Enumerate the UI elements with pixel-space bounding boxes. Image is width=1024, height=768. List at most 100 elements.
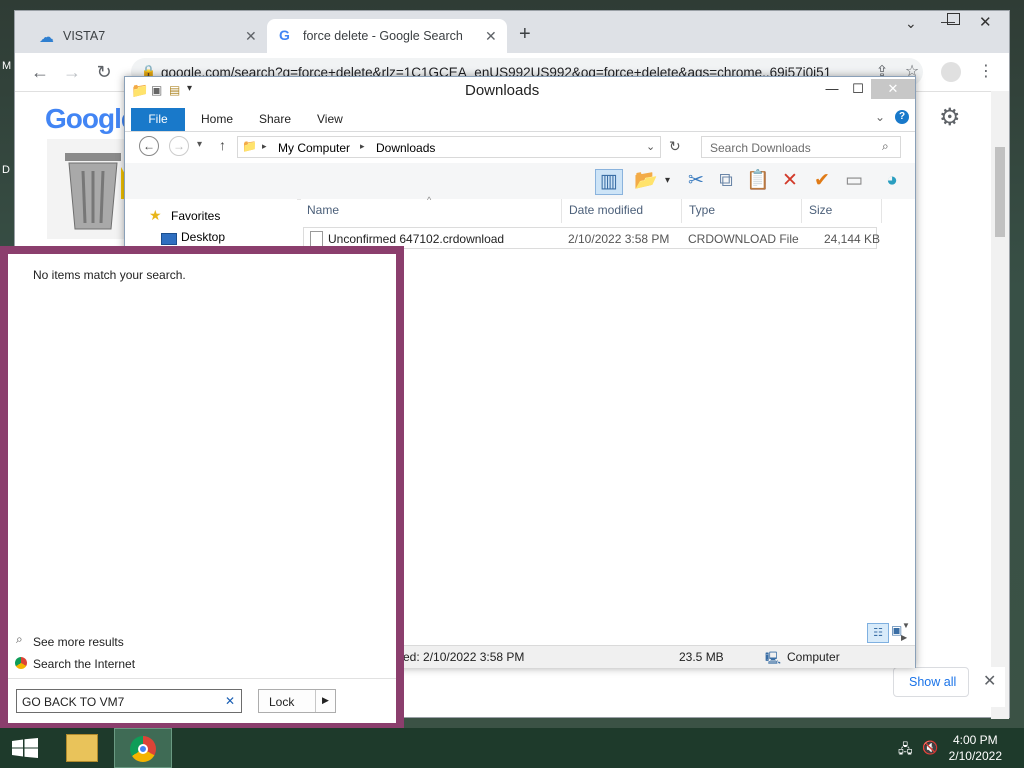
file-list-scrollbar[interactable]: ▼ (897, 199, 915, 643)
chevron-right-icon[interactable]: ▸ (360, 141, 365, 152)
tab-share[interactable]: Share (259, 112, 291, 126)
breadcrumb-downloads[interactable]: Downloads (376, 141, 435, 155)
vista-icon: ☁ (39, 29, 54, 46)
copy-icon[interactable]: ⧉ (713, 169, 739, 193)
status-location: Computer (787, 650, 840, 664)
back-arrow-icon[interactable]: ← (139, 136, 159, 156)
forward-arrow-icon[interactable]: → (169, 136, 189, 156)
chevron-down-icon[interactable]: ⌄ (646, 140, 655, 153)
chrome-icon-center (138, 744, 148, 754)
lock-label: Lock (269, 695, 295, 709)
profile-avatar-icon[interactable] (941, 62, 961, 82)
folder-icon: 📁 (131, 82, 149, 98)
settings-gear-icon[interactable]: ⚙ (939, 103, 961, 132)
minimize-icon[interactable]: — (819, 79, 845, 99)
maximize-icon[interactable] (947, 13, 960, 25)
chevron-right-icon[interactable]: ▸ (262, 141, 267, 152)
google-logo[interactable]: Google (45, 103, 136, 135)
nav-desktop[interactable]: Desktop (181, 230, 225, 244)
tab-home[interactable]: Home (201, 112, 233, 126)
search-internet-link[interactable]: Search the Internet (33, 657, 135, 671)
network-icon[interactable]: 🖧 (898, 740, 913, 762)
computer-icon: 🖳 (765, 651, 782, 665)
no-results-message: No items match your search. (33, 268, 186, 282)
chevron-down-icon[interactable]: ⌄ (905, 15, 917, 32)
close-window-icon[interactable]: ✕ (979, 13, 992, 31)
desktop-edge-letter: M (2, 60, 12, 72)
search-query-text[interactable]: GO BACK TO VM7 (22, 695, 124, 709)
column-date-modified[interactable]: Date modified (569, 203, 643, 217)
chrome-scrollbar[interactable] (991, 91, 1009, 719)
address-row: ← → ▾ ↑ 📁 ▸ My Computer ▸ Downloads ⌄ ↻ … (125, 133, 915, 163)
clear-search-icon[interactable]: ✕ (225, 694, 235, 708)
properties-icon[interactable]: ▣ (151, 83, 162, 97)
tab-google-search[interactable]: G force delete - Google Search ✕ (267, 19, 507, 53)
recent-locations-icon[interactable]: ▾ (197, 139, 202, 150)
taskbar-file-explorer[interactable] (58, 728, 106, 768)
search-placeholder: Search Downloads (710, 141, 811, 155)
paste-icon[interactable]: 📋 (745, 169, 771, 193)
status-modified: fied: 2/10/2022 3:58 PM (397, 650, 525, 664)
folder-options-icon[interactable]: 📂 (633, 169, 659, 193)
file-explorer-icon (66, 734, 98, 762)
see-more-results-link[interactable]: See more results (33, 635, 124, 649)
file-type: CRDOWNLOAD File (688, 232, 799, 246)
close-window-icon[interactable]: ✕ (871, 79, 915, 99)
chrome-icon (15, 657, 27, 669)
search-downloads-input[interactable]: Search Downloads ⌕ (701, 136, 901, 158)
power-options-arrow-icon[interactable]: ▶ (322, 695, 329, 706)
new-folder-icon[interactable]: ▤ (169, 83, 180, 97)
preview-pane-icon[interactable]: ▥ (595, 169, 623, 195)
maximize-icon[interactable]: ☐ (845, 79, 871, 99)
start-button[interactable] (0, 728, 48, 768)
new-tab-button[interactable]: + (519, 23, 531, 46)
quick-access-dropdown-icon[interactable]: ▾ (187, 83, 192, 94)
globe-icon[interactable]: ◕ (879, 169, 905, 193)
properties-icon[interactable]: ▭ (841, 169, 867, 193)
expand-ribbon-icon[interactable]: ⌄ (875, 110, 885, 124)
column-divider[interactable] (801, 199, 802, 223)
tab-file[interactable]: File (131, 108, 185, 131)
back-arrow-icon[interactable]: ← (29, 61, 51, 83)
reload-icon[interactable]: ↻ (93, 61, 115, 83)
start-search-input[interactable]: GO BACK TO VM7 ✕ (16, 689, 242, 713)
menu-dots-icon[interactable]: ⋮ (975, 61, 997, 83)
up-arrow-icon[interactable]: ↑ (219, 137, 226, 153)
help-icon[interactable]: ? (895, 110, 909, 124)
column-size[interactable]: Size (809, 203, 832, 217)
close-tab-icon[interactable]: ✕ (485, 28, 497, 45)
nav-favorites[interactable]: Favorites (171, 209, 220, 223)
tab-title: VISTA7 (63, 29, 106, 43)
magnifier-icon: ⌕ (16, 632, 23, 646)
volume-muted-icon[interactable]: 🔇 (922, 740, 938, 756)
large-icons-view-icon[interactable]: ▣ (891, 623, 902, 637)
details-view-icon[interactable]: ☷ (867, 623, 889, 643)
refresh-icon[interactable]: ↻ (669, 138, 681, 155)
cut-icon[interactable]: ✂ (683, 169, 709, 193)
scroll-down-icon[interactable]: ▼ (902, 621, 910, 630)
lock-button[interactable]: Lock ▶ (258, 689, 336, 713)
tab-view[interactable]: View (317, 112, 343, 126)
column-divider[interactable] (881, 199, 882, 223)
clock[interactable]: 4:00 PM 2/10/2022 (949, 732, 1002, 764)
rename-check-icon[interactable]: ✔ (809, 169, 835, 193)
taskbar-chrome[interactable] (114, 728, 172, 768)
column-divider[interactable] (681, 199, 682, 223)
forward-arrow-icon[interactable]: → (61, 61, 83, 83)
tab-vista7[interactable]: ☁ VISTA7 ✕ (23, 19, 267, 53)
close-shelf-icon[interactable]: ✕ (983, 671, 996, 691)
column-type[interactable]: Type (689, 203, 715, 217)
divider (315, 690, 316, 712)
delete-icon[interactable]: ✕ (777, 169, 803, 193)
breadcrumb-my-computer[interactable]: My Computer (278, 141, 350, 155)
show-all-button[interactable]: Show all (893, 667, 969, 697)
chevron-down-icon[interactable]: ▾ (665, 175, 670, 186)
address-breadcrumb-box[interactable]: 📁 ▸ My Computer ▸ Downloads ⌄ (237, 136, 661, 158)
scrollbar-thumb[interactable] (995, 147, 1005, 237)
download-shelf: Show all ✕ (893, 667, 1005, 707)
explorer-titlebar[interactable]: 📁 ▣ ▤ ▾ Downloads — ☐ ✕ (125, 77, 915, 105)
close-tab-icon[interactable]: ✕ (245, 28, 257, 45)
column-divider[interactable] (561, 199, 562, 223)
column-name[interactable]: Name (307, 203, 339, 217)
search-icon[interactable]: ⌕ (882, 139, 889, 154)
